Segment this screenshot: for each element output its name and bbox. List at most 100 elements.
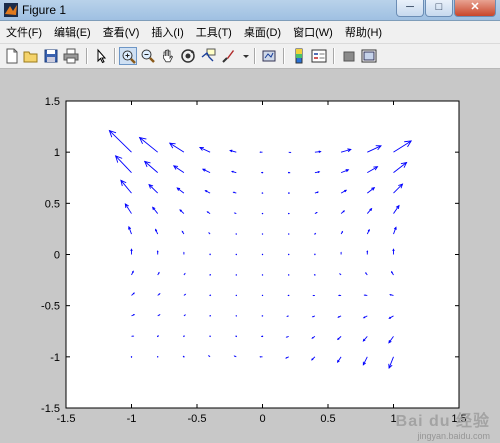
show-plot-tools-icon[interactable] [360,47,378,65]
quiver-point [288,171,290,174]
baidu-watermark: Bai du 经验 jingyan.baidu.com [396,407,490,441]
minimize-button[interactable]: ─ [396,0,424,17]
hide-plot-tools-icon[interactable] [340,47,358,65]
menu-help[interactable]: 帮助(H) [339,24,388,40]
data-cursor-icon[interactable] [199,47,217,65]
quiver-arrowhead [289,151,292,154]
quiver-point [288,253,290,256]
quiver-point [209,335,211,338]
new-figure-icon[interactable] [3,47,21,65]
quiver-point [183,335,185,338]
quiver-point [288,274,290,276]
window-title: Figure 1 [22,3,67,17]
watermark-main: Bai du 经验 [395,413,490,430]
quiver-point [314,233,316,235]
pan-hand-icon[interactable] [159,47,177,65]
x-tick-label: -1 [127,413,137,425]
quiver-arrowhead [207,355,210,357]
watermark-sub: jingyan.baidu.com [417,431,490,441]
title-bar: Figure 1 ─ □ ✕ [0,0,500,21]
menu-bar: 文件(F) 编辑(E) 查看(V) 插入(I) 工具(T) 桌面(D) 窗口(W… [0,21,500,44]
quiver-point [261,274,264,276]
menu-file[interactable]: 文件(F) [0,24,48,40]
quiver-point [261,192,264,194]
y-tick-label: 1.5 [45,96,60,108]
colorbar-icon[interactable] [290,47,308,65]
menu-desktop[interactable]: 桌面(D) [238,24,287,40]
quiver-point [209,294,211,297]
save-icon[interactable] [42,47,60,65]
toolbar-separator [114,48,116,64]
menu-insert[interactable]: 插入(I) [145,24,189,40]
toolbar-separator [333,48,335,64]
link-plot-icon[interactable] [260,47,278,65]
axes[interactable]: -1.5 -1 -0.5 0 0.5 1 1.51.510.50-0.5-1-1.5 [0,69,500,443]
x-tick-label: 0.5 [320,413,335,425]
quiver-point [288,294,290,297]
edit-plot-arrow-icon[interactable] [92,47,110,65]
y-tick-label: 1 [54,147,60,159]
menu-window[interactable]: 窗口(W) [287,24,339,40]
close-button[interactable]: ✕ [454,0,496,17]
quiver-point [261,315,264,317]
quiver-point [261,335,264,338]
window-controls: ─ □ ✕ [395,0,496,18]
quiver-point [261,233,264,235]
quiver-point [261,171,264,174]
quiver-point [261,294,264,297]
quiver-arrowhead [363,294,366,297]
quiver-point [209,274,211,276]
quiver-arrowhead [132,335,135,337]
figure-toolbar [0,44,500,69]
rotate-3d-icon[interactable] [179,47,197,65]
quiver-point [157,356,159,358]
quiver-arrowhead [259,151,262,153]
quiver-point [235,253,237,256]
menu-tools[interactable]: 工具(T) [190,24,238,40]
quiver-point [130,356,133,358]
quiver-point [235,294,237,297]
y-tick-label: -1.5 [41,403,60,415]
zoom-out-icon[interactable] [139,47,157,65]
quiver-point [288,233,290,235]
quiver-arrowhead [184,272,186,275]
quiver-arrowhead [389,293,392,296]
y-tick-label: 0.5 [45,198,60,210]
quiver-arrowhead [156,250,159,253]
quiver-point [209,315,211,317]
quiver-point [235,233,237,235]
matlab-logo-icon [4,3,18,17]
quiver-point [157,335,159,338]
quiver-point [314,274,316,276]
quiver-point [288,192,290,194]
y-tick-label: 0 [54,250,60,262]
quiver-point [261,253,264,256]
quiver-point [235,315,237,317]
brush-icon[interactable] [219,47,237,65]
quiver-arrowhead [316,191,320,194]
y-tick-label: -1 [50,352,60,364]
quiver-arrowhead [184,293,187,296]
brush-dropdown-icon[interactable] [237,47,249,65]
toolbar-separator [254,48,256,64]
toolbar-separator [86,48,88,64]
maximize-button[interactable]: □ [425,0,453,17]
x-tick-label: -0.5 [188,413,207,425]
quiver-point [314,253,316,256]
quiver-point [261,212,264,215]
menu-view[interactable]: 查看(V) [97,24,146,40]
zoom-in-icon[interactable] [119,47,137,65]
legend-icon[interactable] [310,47,328,65]
menu-edit[interactable]: 编辑(E) [48,24,97,40]
quiver-arrowhead [337,294,340,297]
toolbar-separator [283,48,285,64]
quiver-point [235,274,237,276]
open-file-icon[interactable] [22,47,40,65]
quiver-arrowhead [232,191,235,194]
quiver-point [288,212,290,215]
quiver-arrowhead [259,356,262,358]
y-tick-label: -0.5 [41,301,60,313]
print-icon[interactable] [62,47,80,65]
quiver-point [209,253,211,256]
quiver-arrowhead [340,251,342,254]
